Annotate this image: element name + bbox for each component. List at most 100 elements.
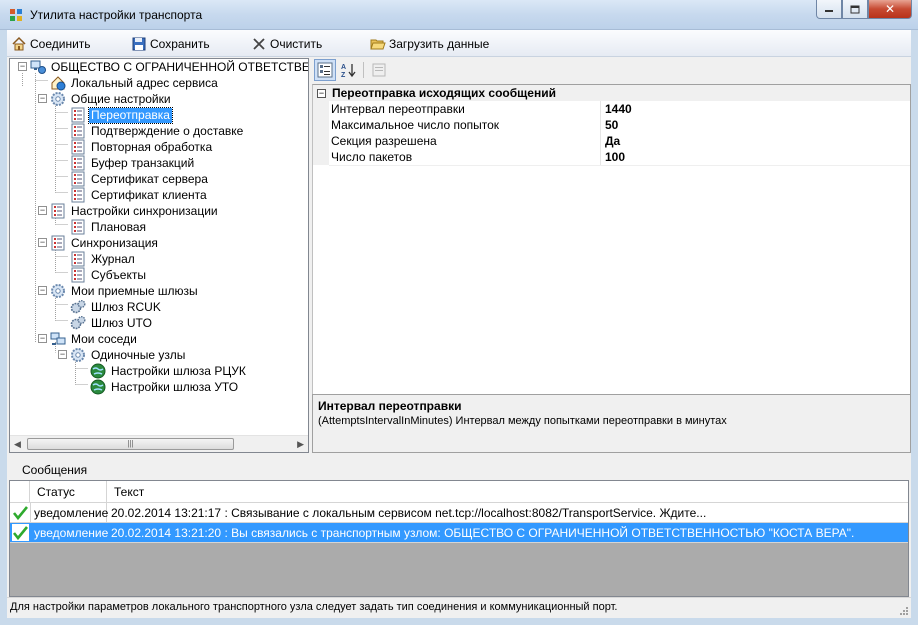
property-row[interactable]: Максимальное число попыток 50 — [313, 117, 910, 133]
tree-label-gateways: Мои приемные шлюзы — [71, 283, 198, 298]
tree-label-gateway-uto-settings: Настройки шлюза УТО — [111, 379, 239, 394]
tree-expander-neighbors[interactable]: − — [38, 334, 47, 343]
tree-label-gateway-rcuk-settings: Настройки шлюза РЦУК — [111, 363, 246, 378]
gears-icon — [70, 300, 86, 314]
tree-node-single-nodes[interactable]: Одиночные узлы — [70, 347, 187, 363]
tree-node-general-settings[interactable]: Общие настройки — [50, 91, 173, 107]
tree-node-client-certificate[interactable]: Сертификат клиента — [70, 187, 209, 203]
check-icon — [12, 506, 29, 521]
property-pages-button[interactable] — [368, 59, 390, 81]
property-value[interactable]: Да — [605, 134, 620, 148]
column-header-status[interactable]: Статус — [37, 485, 75, 499]
property-grid-toolbar: A Z — [312, 58, 911, 84]
resize-grip-icon[interactable] — [898, 605, 909, 616]
tree-node-sync-settings[interactable]: Настройки синхронизации — [50, 203, 220, 219]
tree-horizontal-scrollbar[interactable]: ◀ ||| ▶ — [10, 435, 308, 452]
tree-expander-gateways[interactable]: − — [38, 286, 47, 295]
property-list-icon — [71, 123, 85, 139]
tree-node-resend[interactable]: Переотправка — [70, 106, 173, 124]
tree-node-delivery-confirmation[interactable]: Подтверждение о доставке — [70, 123, 245, 139]
title-bar[interactable]: Утилита настройки транспорта ✕ — [0, 0, 918, 30]
tree-expander-sync-settings[interactable]: − — [38, 206, 47, 215]
tree-label-scheduled: Плановая — [91, 219, 147, 234]
tree-node-gateway-uto-settings[interactable]: Настройки шлюза УТО — [90, 379, 240, 395]
table-row[interactable]: уведомление 20.02.2014 13:21:17 : Связыв… — [10, 503, 908, 523]
message-status: уведомление — [34, 526, 109, 540]
tree-expander-sync[interactable]: − — [38, 238, 47, 247]
tree-node-scheduled[interactable]: Плановая — [70, 219, 148, 235]
property-row[interactable]: Секция разрешена Да — [313, 133, 910, 149]
scroll-right-arrow-icon[interactable]: ▶ — [297, 439, 304, 450]
help-title: Интервал переотправки — [318, 399, 462, 413]
tree-node-gateways[interactable]: Мои приемные шлюзы — [50, 283, 200, 299]
maximize-button[interactable] — [842, 0, 868, 19]
status-text: Для настройки параметров локального тран… — [10, 601, 618, 613]
tree-label-delivery-confirmation: Подтверждение о доставке — [91, 123, 244, 138]
messages-table[interactable]: Статус Текст уведомление 20.02.2014 13:2… — [9, 480, 909, 597]
svg-text:Z: Z — [341, 72, 346, 78]
tree-node-server-certificate[interactable]: Сертификат сервера — [70, 171, 210, 187]
network-computer-icon — [30, 60, 46, 74]
column-header-text[interactable]: Текст — [114, 485, 144, 499]
property-value[interactable]: 50 — [605, 118, 618, 132]
property-value[interactable]: 1440 — [605, 102, 632, 116]
property-list-icon — [51, 203, 65, 219]
tree-label-sync-settings: Настройки синхронизации — [71, 203, 218, 218]
tree-node-gateway-uto[interactable]: Шлюз UTO — [70, 315, 154, 331]
close-icon: ✕ — [884, 2, 896, 16]
tree-label-gateway-uto: Шлюз UTO — [91, 315, 152, 330]
property-list-icon — [71, 139, 85, 155]
tree-node-neighbors[interactable]: Мои соседи — [50, 331, 139, 347]
sort-az-icon: A Z — [341, 64, 356, 78]
message-text: 20.02.2014 13:21:17 : Связывание с локал… — [111, 506, 707, 520]
maximize-icon — [850, 5, 860, 13]
window-title: Утилита настройки транспорта — [30, 8, 203, 22]
tree-node-subjects[interactable]: Субъекты — [70, 267, 148, 283]
tree-expander-root[interactable]: − — [18, 62, 27, 71]
categorized-view-button[interactable] — [314, 59, 336, 81]
tree-node-local-service[interactable]: Локальный адрес сервиса — [50, 75, 220, 91]
tree-label-server-certificate: Сертификат сервера — [91, 171, 208, 186]
load-data-button[interactable]: Загрузить данные — [370, 34, 489, 54]
minimize-button[interactable] — [816, 0, 842, 19]
clear-button[interactable]: Очистить — [251, 34, 322, 54]
tree-node-gateway-rcuk-settings[interactable]: Настройки шлюза РЦУК — [90, 363, 248, 379]
minimize-icon — [825, 10, 833, 12]
tree-label-local-service: Локальный адрес сервиса — [71, 75, 218, 90]
tree-node-sync[interactable]: Синхронизация — [50, 235, 160, 251]
collapse-icon[interactable]: − — [317, 88, 326, 98]
tree-label-client-certificate: Сертификат клиента — [91, 187, 207, 202]
settings-tree[interactable]: − ОБЩЕСТВО С ОГРАНИЧЕННОЙ ОТВЕТСТВЕННО Л… — [9, 58, 309, 453]
gears-icon — [70, 316, 86, 330]
app-icon — [10, 9, 22, 21]
alphabetical-view-button[interactable]: A Z — [338, 59, 360, 81]
property-row[interactable]: Интервал переотправки 1440 — [313, 101, 910, 117]
tree-label-gateway-rcuk: Шлюз RCUK — [91, 299, 161, 314]
tree-node-journal[interactable]: Журнал — [70, 251, 137, 267]
table-row[interactable]: уведомление 20.02.2014 13:21:20 : Вы свя… — [10, 523, 908, 543]
clear-label: Очистить — [270, 37, 323, 51]
tree-node-reprocessing[interactable]: Повторная обработка — [70, 139, 214, 155]
property-category-header[interactable]: − Переотправка исходящих сообщений — [313, 85, 910, 101]
tree-node-transaction-buffer[interactable]: Буфер транзакций — [70, 155, 196, 171]
check-icon — [12, 524, 29, 541]
tree-label-reprocessing: Повторная обработка — [91, 139, 213, 154]
save-button[interactable]: Сохранить — [131, 34, 210, 54]
globe-icon — [90, 363, 106, 379]
tree-node-root[interactable]: ОБЩЕСТВО С ОГРАНИЧЕННОЙ ОТВЕТСТВЕННО — [30, 59, 308, 75]
tree-expander-general[interactable]: − — [38, 94, 47, 103]
property-name: Секция разрешена — [331, 134, 437, 148]
open-folder-icon — [370, 39, 386, 50]
connect-button[interactable]: Соединить — [11, 34, 91, 54]
property-category-title: Переотправка исходящих сообщений — [332, 86, 556, 100]
tree-node-gateway-rcuk[interactable]: Шлюз RCUK — [70, 299, 163, 315]
scrollbar-thumb[interactable]: ||| — [27, 438, 234, 450]
scroll-left-arrow-icon[interactable]: ◀ — [14, 439, 21, 450]
property-list-icon — [71, 155, 85, 171]
tree-label-neighbors: Мои соседи — [71, 331, 137, 346]
tree-expander-single-nodes[interactable]: − — [58, 350, 67, 359]
close-button[interactable]: ✕ — [868, 0, 912, 19]
property-value[interactable]: 100 — [605, 150, 625, 164]
property-grid[interactable]: − Переотправка исходящих сообщений Интер… — [312, 84, 911, 421]
property-row[interactable]: Число пакетов 100 — [313, 149, 910, 165]
